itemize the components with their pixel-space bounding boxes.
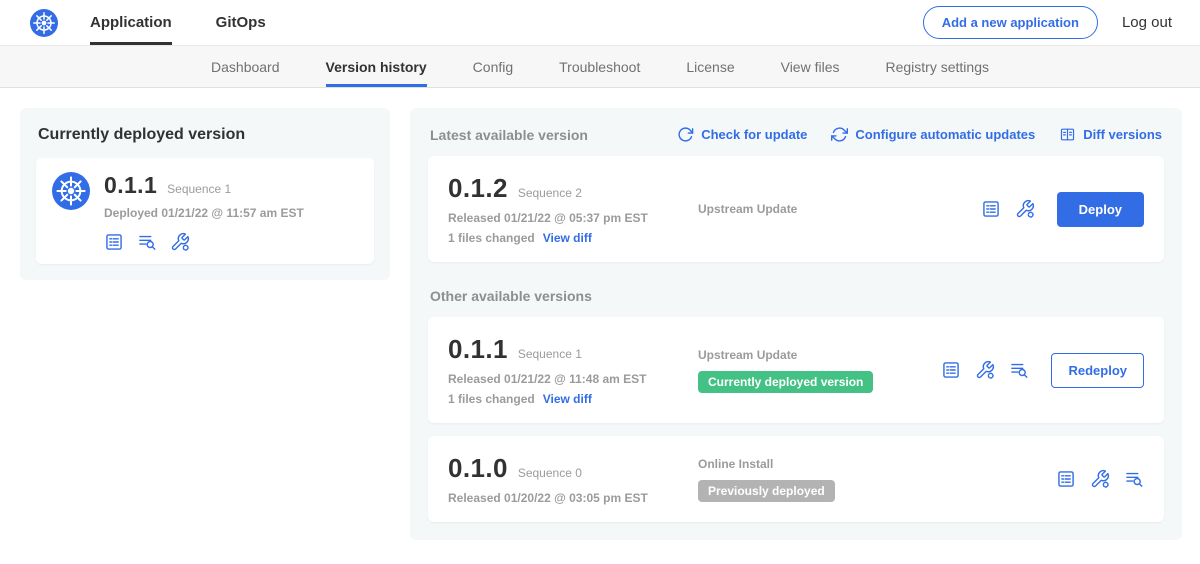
subnav-tab-registry-settings[interactable]: Registry settings [886, 46, 989, 87]
subnav-tab-dashboard[interactable]: Dashboard [211, 46, 280, 87]
check-for-update-label: Check for update [701, 127, 807, 142]
kubernetes-helm-icon [32, 11, 56, 35]
auto-update-icon [831, 126, 848, 143]
sequence-label: Sequence 0 [518, 466, 582, 480]
version-line: 0.1.1 Sequence 1 [448, 334, 698, 365]
version-number: 0.1.0 [448, 453, 508, 484]
version-info: 0.1.2 Sequence 2 Released 01/21/22 @ 05:… [448, 173, 698, 245]
deployed-timestamp: Deployed 01/21/22 @ 11:57 am EST [104, 206, 304, 220]
deployed-version-summary: 0.1.1 Sequence 1 Deployed 01/21/22 @ 11:… [52, 172, 358, 220]
edit-config-icon[interactable] [1015, 199, 1035, 219]
previously-deployed-badge: Previously deployed [698, 480, 835, 502]
main-content: Currently deployed version 0.1.1 Sequenc… [0, 88, 1200, 540]
source-label: Upstream Update [698, 348, 941, 362]
release-notes-icon[interactable] [1056, 469, 1076, 489]
deployed-version-line: 0.1.1 Sequence 1 [104, 172, 304, 199]
files-changed-label: 1 files changed [448, 392, 535, 406]
subnav-tab-license[interactable]: License [686, 46, 734, 87]
view-files-icon[interactable] [1009, 360, 1029, 380]
app-logo [30, 9, 58, 37]
subnav-tab-config[interactable]: Config [473, 46, 513, 87]
view-files-icon[interactable] [137, 232, 157, 252]
currently-deployed-badge: Currently deployed version [698, 371, 873, 393]
version-info: 0.1.0 Sequence 0 Released 01/20/22 @ 03:… [448, 453, 698, 505]
view-files-icon[interactable] [1124, 469, 1144, 489]
versions-panel-actions: Check for update Configure automatic upd… [677, 126, 1162, 143]
released-timestamp: Released 01/20/22 @ 03:05 pm EST [448, 491, 698, 505]
edit-config-icon[interactable] [1090, 469, 1110, 489]
release-notes-icon[interactable] [981, 199, 1001, 219]
subnav-tab-version-history[interactable]: Version history [326, 46, 427, 87]
app-subnav: Dashboard Version history Config Trouble… [0, 46, 1200, 88]
diff-versions-link[interactable]: Diff versions [1059, 126, 1162, 143]
subnav-tab-troubleshoot[interactable]: Troubleshoot [559, 46, 640, 87]
deployed-version-info: 0.1.1 Sequence 1 Deployed 01/21/22 @ 11:… [104, 172, 304, 220]
sequence-label: Sequence 1 [518, 347, 582, 361]
release-notes-icon[interactable] [104, 232, 124, 252]
kubernetes-helm-icon [55, 175, 87, 207]
other-versions-header: Other available versions [430, 288, 1164, 304]
version-row: 0.1.1 Sequence 1 Released 01/21/22 @ 11:… [428, 317, 1164, 423]
check-for-update-link[interactable]: Check for update [677, 126, 807, 143]
version-row-latest: 0.1.2 Sequence 2 Released 01/21/22 @ 05:… [428, 156, 1164, 262]
latest-version-header: Latest available version [430, 127, 588, 143]
deployed-sequence-label: Sequence 1 [167, 182, 231, 196]
source-label: Upstream Update [698, 202, 981, 216]
application-icon [52, 172, 90, 210]
files-changed-label: 1 files changed [448, 231, 535, 245]
released-timestamp: Released 01/21/22 @ 11:48 am EST [448, 372, 698, 386]
versions-panel-header: Latest available version Check for updat… [428, 122, 1164, 143]
version-line: 0.1.0 Sequence 0 [448, 453, 698, 484]
source-label: Online Install [698, 457, 1056, 471]
version-actions: Deploy [981, 192, 1144, 227]
deployed-version-number: 0.1.1 [104, 172, 157, 199]
deployed-version-card: 0.1.1 Sequence 1 Deployed 01/21/22 @ 11:… [36, 158, 374, 264]
version-source: Online Install Previously deployed [698, 457, 1056, 502]
version-history-panel: Latest available version Check for updat… [410, 108, 1182, 540]
version-row: 0.1.0 Sequence 0 Released 01/20/22 @ 03:… [428, 436, 1164, 522]
tab-gitops[interactable]: GitOps [216, 0, 266, 45]
refresh-icon [677, 126, 694, 143]
configure-automatic-updates-label: Configure automatic updates [855, 127, 1035, 142]
version-actions: Redeploy [941, 353, 1144, 388]
version-source: Upstream Update [698, 202, 981, 216]
version-info: 0.1.1 Sequence 1 Released 01/21/22 @ 11:… [448, 334, 698, 406]
files-changed-line: 1 files changed View diff [448, 392, 698, 406]
version-number: 0.1.2 [448, 173, 508, 204]
redeploy-button[interactable]: Redeploy [1051, 353, 1144, 388]
version-line: 0.1.2 Sequence 2 [448, 173, 698, 204]
top-tabs: Application GitOps [90, 0, 266, 45]
currently-deployed-panel: Currently deployed version 0.1.1 Sequenc… [20, 108, 390, 280]
version-number: 0.1.1 [448, 334, 508, 365]
sequence-label: Sequence 2 [518, 186, 582, 200]
logout-link[interactable]: Log out [1122, 14, 1172, 31]
deployed-version-actions [104, 232, 358, 252]
diff-versions-icon [1059, 126, 1076, 143]
version-actions [1056, 469, 1144, 489]
release-notes-icon[interactable] [941, 360, 961, 380]
add-application-button[interactable]: Add a new application [923, 6, 1098, 39]
deploy-button[interactable]: Deploy [1057, 192, 1144, 227]
topbar-actions: Add a new application Log out [923, 6, 1172, 39]
configure-automatic-updates-link[interactable]: Configure automatic updates [831, 126, 1035, 143]
view-diff-link[interactable]: View diff [543, 392, 592, 406]
files-changed-line: 1 files changed View diff [448, 231, 698, 245]
view-diff-link[interactable]: View diff [543, 231, 592, 245]
edit-config-icon[interactable] [170, 232, 190, 252]
subnav-tab-view-files[interactable]: View files [781, 46, 840, 87]
diff-versions-label: Diff versions [1083, 127, 1162, 142]
edit-config-icon[interactable] [975, 360, 995, 380]
tab-application[interactable]: Application [90, 0, 172, 45]
released-timestamp: Released 01/21/22 @ 05:37 pm EST [448, 211, 698, 225]
deployed-panel-title: Currently deployed version [38, 126, 374, 144]
version-source: Upstream Update Currently deployed versi… [698, 348, 941, 393]
top-navbar: Application GitOps Add a new application… [0, 0, 1200, 46]
